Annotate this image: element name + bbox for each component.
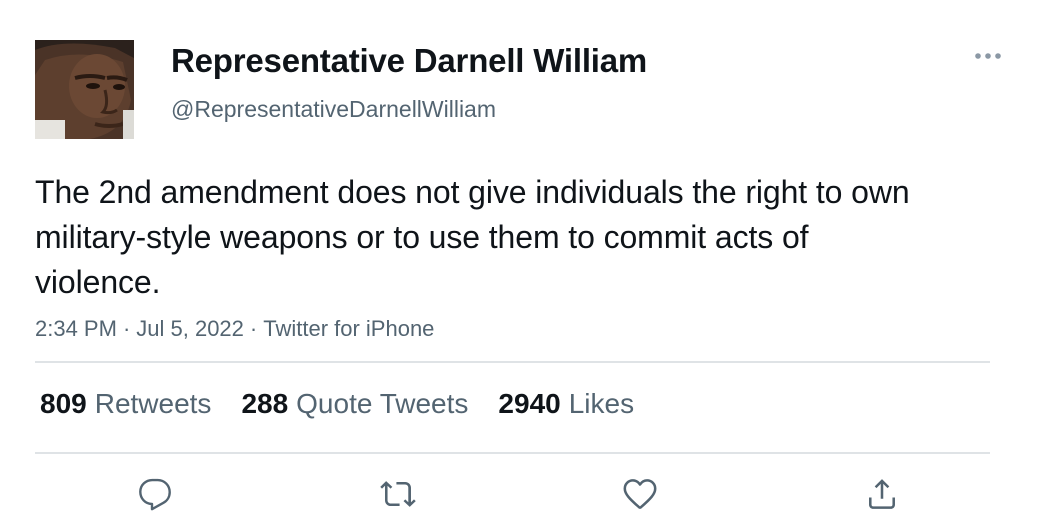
more-button[interactable]	[970, 44, 1006, 68]
share-button[interactable]	[858, 470, 906, 518]
tweet-card: Representative Darnell William @Represen…	[0, 0, 1050, 525]
display-name[interactable]: Representative Darnell William	[171, 42, 647, 80]
more-horizontal-icon	[975, 53, 1001, 59]
tweet-time[interactable]: 2:34 PM	[35, 316, 117, 341]
quote-tweets-stat[interactable]: 288 Quote Tweets	[241, 388, 468, 420]
tweet-source[interactable]: Twitter for iPhone	[263, 316, 434, 341]
avatar[interactable]	[35, 40, 134, 139]
quote-tweets-label: Quote Tweets	[296, 388, 469, 419]
retweet-icon	[380, 481, 416, 507]
retweet-button[interactable]	[374, 470, 422, 518]
heart-icon	[623, 479, 657, 509]
likes-stat[interactable]: 2940 Likes	[498, 388, 634, 420]
tweet-meta: 2:34 PM · Jul 5, 2022 · Twitter for iPhone	[35, 316, 434, 342]
likes-label: Likes	[568, 388, 635, 419]
retweets-count: 809	[40, 388, 87, 419]
share-icon	[869, 479, 895, 509]
like-button[interactable]	[616, 470, 664, 518]
tweet-date[interactable]: Jul 5, 2022	[136, 316, 244, 341]
meta-separator: ·	[249, 316, 258, 341]
meta-separator: ·	[122, 316, 131, 341]
divider	[35, 452, 990, 454]
user-handle[interactable]: @RepresentativeDarnellWilliam	[171, 96, 496, 123]
retweets-stat[interactable]: 809 Retweets	[40, 388, 211, 420]
reply-button[interactable]	[131, 470, 179, 518]
retweets-label: Retweets	[94, 388, 212, 419]
likes-count: 2940	[498, 388, 561, 419]
quote-tweets-count: 288	[241, 388, 289, 419]
reply-icon	[139, 478, 171, 511]
action-bar	[0, 470, 1050, 520]
engagement-stats: 809 Retweets 288 Quote Tweets 2940 Likes	[40, 388, 634, 420]
avatar-image	[35, 40, 134, 139]
tweet-text: The 2nd amendment does not give individu…	[35, 174, 910, 300]
divider	[35, 361, 990, 363]
